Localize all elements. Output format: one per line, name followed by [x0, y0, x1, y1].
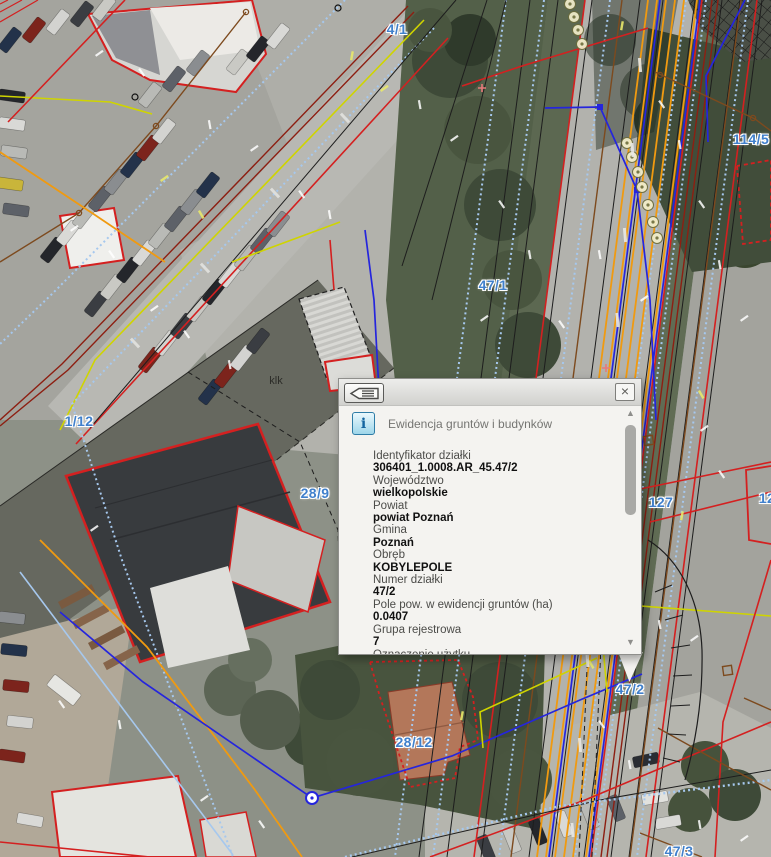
parcel-label: 47/3	[665, 843, 694, 857]
back-list-icon	[349, 387, 379, 400]
parcel-label: 127	[649, 494, 674, 510]
parcel-label: 12	[759, 490, 771, 506]
scroll-up-button[interactable]: ▲	[624, 408, 637, 420]
popup-body: i Ewidencja gruntów i budynków Identyfik…	[339, 406, 641, 654]
parcel-label: 28/9	[301, 485, 330, 501]
parcel-label: 4/1	[387, 21, 408, 37]
field-value: 7	[373, 636, 613, 648]
field-label: Pole pow. w ewidencji gruntów (ha)	[373, 599, 613, 611]
back-to-results-button[interactable]	[344, 383, 384, 403]
field-label: Grupa rejestrowa	[373, 624, 613, 636]
parcel-label: 28/12	[395, 734, 432, 750]
close-icon: ×	[621, 383, 629, 399]
parcel-label: 47/1	[479, 277, 508, 293]
scroll-down-button[interactable]: ▼	[624, 637, 637, 649]
map-annotation: klk	[269, 375, 282, 387]
scroll-thumb[interactable]	[625, 425, 636, 515]
popup-scrollbar[interactable]: ▲ ▼	[624, 408, 637, 649]
field-label: Identyfikator działki	[373, 450, 613, 462]
parcel-label: 1/12	[65, 413, 94, 429]
close-button[interactable]: ×	[615, 383, 635, 401]
field-value: 47/2	[373, 586, 613, 598]
field-value: 0.0407	[373, 611, 613, 623]
map-canvas[interactable]: 4/1 114/5 47/1 1/12 28/9 127 12 47/2 28/12 47/3 kl…	[0, 0, 771, 857]
field-value: powiat Poznań	[373, 512, 613, 524]
attribute-list: Identyfikator działki306401_1.0008.AR_45…	[373, 450, 613, 654]
field-label: Powiat	[373, 500, 613, 512]
field-label: Gmina	[373, 524, 613, 536]
field-label: Obręb	[373, 549, 613, 561]
field-label: Oznaczenie użytku	[373, 649, 613, 655]
field-value: 306401_1.0008.AR_45.47/2	[373, 462, 613, 474]
parcel-label: 114/5	[733, 131, 769, 147]
field-value: wielkopolskie	[373, 487, 613, 499]
popup-title: Ewidencja gruntów i budynków	[388, 417, 552, 431]
popup-header: ×	[339, 379, 641, 406]
popup: × i Ewidencja gruntów i budynków Identyf…	[338, 378, 642, 655]
field-label: Województwo	[373, 475, 613, 487]
field-label: Numer działki	[373, 574, 613, 586]
field-value: KOBYLEPOLE	[373, 562, 613, 574]
field-value: Poznań	[373, 537, 613, 549]
parcel-label: 47/2	[616, 681, 645, 697]
info-icon: i	[352, 412, 375, 435]
